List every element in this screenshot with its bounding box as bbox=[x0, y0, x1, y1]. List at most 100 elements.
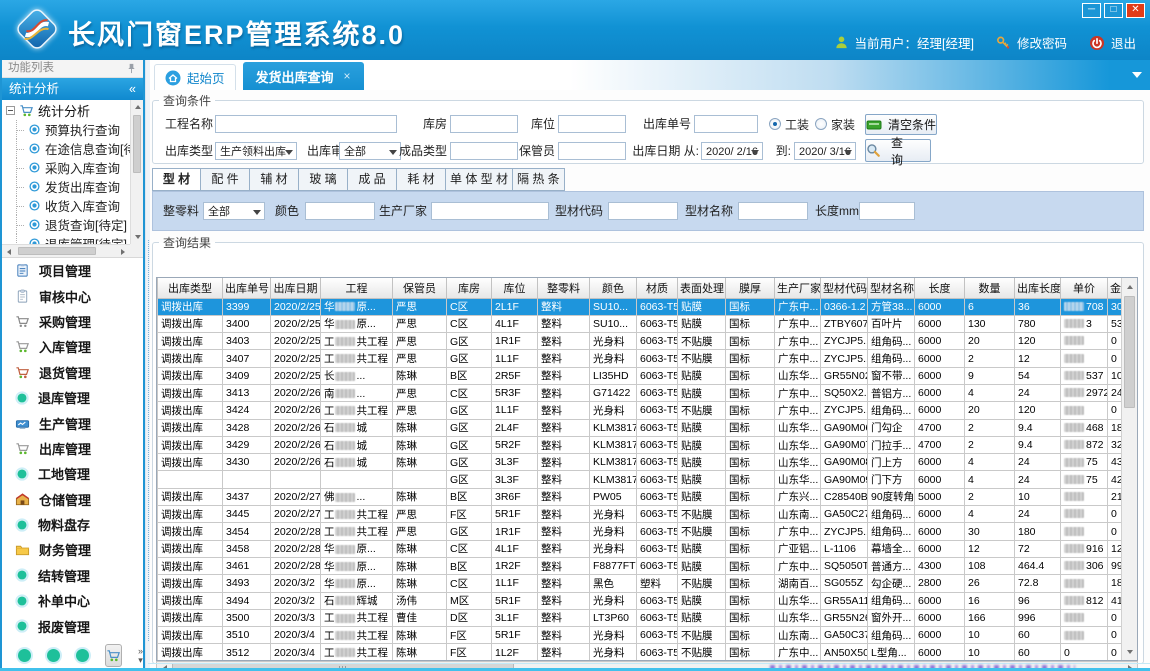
scroll-right-icon[interactable] bbox=[117, 245, 130, 258]
material-tab[interactable]: 辅 材 bbox=[250, 168, 299, 191]
tab-overflow-icon[interactable] bbox=[1132, 72, 1142, 83]
tree-expander-icon[interactable] bbox=[6, 106, 15, 115]
change-password-button[interactable]: 修改密码 bbox=[1017, 33, 1067, 52]
table-row[interactable]: 调拨出库33992020/2/25华原...严思C区2L1F整料SU10...6… bbox=[158, 298, 1124, 315]
order-no-input[interactable] bbox=[694, 115, 758, 133]
scroll-thumb[interactable] bbox=[133, 115, 141, 173]
column-header[interactable]: 膜厚 bbox=[726, 278, 775, 298]
close-button[interactable]: ✕ bbox=[1126, 3, 1145, 18]
sidebar-menu-item[interactable]: 报废管理 bbox=[2, 613, 143, 638]
column-header[interactable]: 颜色 bbox=[590, 278, 637, 298]
table-row[interactable]: 调拨出库34032020/2/25工共工程严思G区1R1F整料光身料6063-T… bbox=[158, 333, 1124, 350]
column-header[interactable]: 出库类型 bbox=[158, 278, 223, 298]
sidebar-menu-item[interactable]: 财务管理 bbox=[2, 537, 143, 562]
sidebar-menu-item[interactable]: 结转管理 bbox=[2, 563, 143, 588]
sidebar-menu-item[interactable]: 仓储管理 bbox=[2, 487, 143, 512]
table-row[interactable]: 调拨出库34582020/2/28华原...陈琳C区4L1F整料光身料6063-… bbox=[158, 540, 1124, 557]
column-header[interactable]: 工程 bbox=[321, 278, 393, 298]
sidebar-menu-item[interactable]: 退货管理 bbox=[2, 360, 143, 385]
column-header[interactable]: 整零料 bbox=[538, 278, 590, 298]
factory-input[interactable] bbox=[431, 202, 549, 220]
outbound-type-select[interactable]: 生产领料出库 bbox=[215, 142, 297, 160]
table-row[interactable]: 调拨出库35102020/3/4工共工程陈琳F区5R1F整料光身料6063-T5… bbox=[158, 627, 1124, 644]
collapse-icon[interactable]: « bbox=[129, 78, 136, 100]
collapsed-item-icon[interactable] bbox=[18, 649, 31, 662]
length-input[interactable] bbox=[859, 202, 915, 220]
column-header[interactable]: 生产厂家 bbox=[775, 278, 821, 298]
column-header[interactable]: 出库长度 bbox=[1015, 278, 1061, 298]
tree-vertical-scrollbar[interactable] bbox=[130, 100, 143, 244]
tree-root-statistics[interactable]: 统计分析 bbox=[2, 100, 130, 120]
scroll-down-icon[interactable] bbox=[131, 231, 143, 244]
color-input[interactable] bbox=[305, 202, 375, 220]
table-row[interactable]: 调拨出库34092020/2/25长...陈琳B区2R5F整料LI35HD606… bbox=[158, 367, 1124, 384]
date-to-select[interactable]: 2020/ 3/16 bbox=[794, 142, 856, 160]
column-header[interactable]: 保管员 bbox=[393, 278, 447, 298]
date-from-select[interactable]: 2020/ 2/16 bbox=[701, 142, 763, 160]
sidebar-menu-item[interactable]: 出库管理 bbox=[2, 436, 143, 461]
column-header[interactable]: 出库日期 bbox=[271, 278, 321, 298]
minimize-button[interactable]: ─ bbox=[1082, 3, 1101, 18]
scroll-up-icon[interactable] bbox=[1122, 278, 1138, 294]
sidebar-menu-item[interactable]: 生产管理 bbox=[2, 410, 143, 435]
profile-code-input[interactable] bbox=[608, 202, 678, 220]
pin-icon[interactable] bbox=[126, 63, 137, 74]
table-row[interactable]: 调拨出库35122020/3/4工共工程陈琳F区1L2F整料光身料6063-T5… bbox=[158, 644, 1124, 661]
column-header[interactable]: 数量 bbox=[965, 278, 1015, 298]
product-type-input[interactable] bbox=[450, 142, 518, 160]
logout-button[interactable]: 退出 bbox=[1111, 33, 1136, 52]
sidebar-menu-item[interactable]: 工地管理 bbox=[2, 461, 143, 486]
maximize-button[interactable]: □ bbox=[1104, 3, 1123, 18]
search-button[interactable]: 查 询 bbox=[865, 139, 931, 162]
tree-horizontal-scrollbar[interactable] bbox=[2, 244, 130, 257]
column-header[interactable]: 库位 bbox=[492, 278, 538, 298]
collapsed-item-icon[interactable] bbox=[47, 649, 60, 662]
scroll-left-icon[interactable] bbox=[2, 245, 15, 258]
tab-home[interactable]: 起始页 bbox=[154, 64, 236, 90]
radio-home-outfit[interactable]: 家装 bbox=[815, 115, 855, 133]
table-row[interactable]: G区3L3F整料KLM38176063-T5贴膜国标山东华...GA90M09.… bbox=[158, 471, 1124, 488]
material-tab[interactable]: 成 品 bbox=[348, 168, 397, 191]
table-row[interactable]: 调拨出库34002020/2/25华原...严思C区4L1F整料SU10...6… bbox=[158, 315, 1124, 332]
location-input[interactable] bbox=[558, 115, 626, 133]
keeper-input[interactable] bbox=[558, 142, 626, 160]
scroll-thumb[interactable] bbox=[18, 247, 96, 255]
collapsed-item-icon[interactable] bbox=[76, 649, 89, 662]
tree-item[interactable]: 采购入库查询 bbox=[2, 158, 130, 177]
profile-name-input[interactable] bbox=[738, 202, 808, 220]
column-header[interactable]: 单价 bbox=[1061, 278, 1108, 298]
sidebar-menu-item[interactable]: 物料盘存 bbox=[2, 512, 143, 537]
material-tab[interactable]: 玻 璃 bbox=[299, 168, 348, 191]
table-row[interactable]: 调拨出库34452020/2/27工共工程严思F区5R1F整料光身料6063-T… bbox=[158, 506, 1124, 523]
part-select[interactable]: 全部 bbox=[203, 202, 265, 220]
table-row[interactable]: 调拨出库34542020/2/28工共工程严思G区1R1F整料光身料6063-T… bbox=[158, 523, 1124, 540]
cart-quick-button[interactable] bbox=[105, 644, 122, 667]
tab-close-icon[interactable]: × bbox=[344, 69, 351, 83]
column-header[interactable]: 出库单号 bbox=[223, 278, 271, 298]
column-header[interactable]: 型材名称 bbox=[868, 278, 915, 298]
sidebar-menu-item[interactable]: 入库管理 bbox=[2, 334, 143, 359]
sidebar-group-header[interactable]: 统计分析 « bbox=[2, 78, 143, 100]
sidebar-menu-item[interactable]: 退库管理 bbox=[2, 385, 143, 410]
sidebar-menu-item[interactable]: 项目管理 bbox=[2, 258, 143, 283]
clear-conditions-button[interactable]: 清空条件 bbox=[865, 114, 937, 135]
table-row[interactable]: 调拨出库34612020/2/28华原...陈琳B区1R2F整料F8877FT6… bbox=[158, 557, 1124, 574]
tree-item[interactable]: 发货出库查询 bbox=[2, 177, 130, 196]
tree-item[interactable]: 收货入库查询 bbox=[2, 196, 130, 215]
table-row[interactable]: 调拨出库34072020/2/25工共工程严思G区1L1F整料光身料6063-T… bbox=[158, 350, 1124, 367]
tree-item[interactable]: 退货查询[待定] bbox=[2, 215, 130, 234]
tree-item[interactable]: 预算执行查询 bbox=[2, 120, 130, 139]
project-name-input[interactable] bbox=[215, 115, 397, 133]
scroll-thumb[interactable] bbox=[1124, 296, 1135, 408]
material-tab[interactable]: 耗 材 bbox=[397, 168, 446, 191]
table-row[interactable]: 调拨出库34302020/2/26石城陈琳G区3L3F整料KLM38176063… bbox=[158, 454, 1124, 471]
grid-vertical-scrollbar[interactable] bbox=[1121, 278, 1137, 660]
column-header[interactable]: 材质 bbox=[637, 278, 678, 298]
column-header[interactable]: 表面处理 bbox=[678, 278, 726, 298]
sidebar-menu-item[interactable]: 补单中心 bbox=[2, 588, 143, 613]
outbound-audit-select[interactable]: 全部 bbox=[339, 142, 401, 160]
radio-work-outfit[interactable]: 工装 bbox=[769, 115, 809, 133]
menu-overflow-button[interactable]: »▾ bbox=[138, 647, 143, 664]
tree-item[interactable]: 退库管理[待定] bbox=[2, 234, 130, 244]
sidebar-menu-item[interactable]: 审核中心 bbox=[2, 283, 143, 308]
